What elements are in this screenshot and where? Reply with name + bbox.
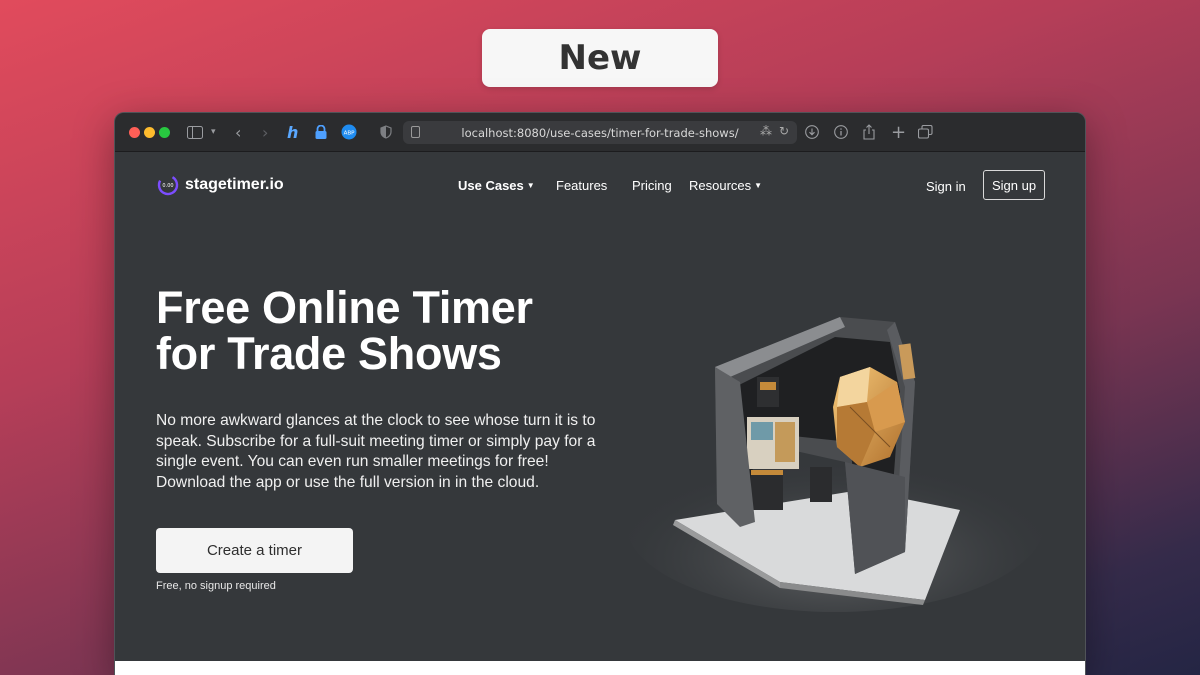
sidebar-toggle-icon[interactable] xyxy=(187,122,203,142)
adblock-extension-icon[interactable]: ABP xyxy=(341,122,357,142)
url-text: localhost:8080/use-cases/timer-for-trade… xyxy=(461,125,739,140)
svg-text:ABP: ABP xyxy=(344,131,356,137)
translate-icon[interactable]: ⁂ xyxy=(760,124,772,138)
share-icon[interactable] xyxy=(862,122,876,142)
address-bar[interactable]: localhost:8080/use-cases/timer-for-trade… xyxy=(403,121,797,144)
forward-arrow-icon[interactable]: › xyxy=(262,122,268,142)
caret-down-icon: ▼ xyxy=(526,181,535,190)
page-icon xyxy=(411,126,420,138)
nav-pricing[interactable]: Pricing xyxy=(632,178,672,193)
website-viewport: 0.00 stagetimer.io Use Cases ▼ Features P… xyxy=(115,152,1085,661)
honey-extension-icon[interactable]: h xyxy=(287,122,298,142)
minimize-window-button[interactable] xyxy=(144,127,155,138)
trade-show-booth-illustration xyxy=(625,317,1045,612)
caret-down-icon: ▼ xyxy=(754,181,763,190)
reload-icon[interactable]: ↻ xyxy=(779,124,789,138)
nav-use-cases[interactable]: Use Cases ▼ xyxy=(458,178,535,193)
close-window-button[interactable] xyxy=(129,127,140,138)
new-badge: New xyxy=(482,29,718,87)
page-bottom-strip xyxy=(115,661,1085,675)
stagetimer-logo-icon: 0.00 xyxy=(157,174,179,196)
create-timer-button[interactable]: Create a timer xyxy=(156,528,353,573)
nav-resources[interactable]: Resources ▼ xyxy=(689,178,762,193)
logo-text: stagetimer.io xyxy=(185,176,284,193)
browser-window: ▾ ‹ › h ABP localhost:8080/use-cases/tim… xyxy=(114,112,1086,675)
hero-title-line2: for Trade Shows xyxy=(156,328,502,379)
site-logo[interactable]: 0.00 stagetimer.io xyxy=(157,174,284,196)
nav-use-cases-label: Use Cases xyxy=(458,178,524,193)
new-tab-icon[interactable]: + xyxy=(891,122,906,143)
cta-note: Free, no signup required xyxy=(156,580,276,592)
nav-features[interactable]: Features xyxy=(556,178,607,193)
svg-text:0.00: 0.00 xyxy=(162,183,173,189)
nav-resources-label: Resources xyxy=(689,178,752,193)
maximize-window-button[interactable] xyxy=(159,127,170,138)
info-icon[interactable] xyxy=(834,122,848,142)
download-icon[interactable] xyxy=(805,122,819,142)
hero-description: No more awkward glances at the clock to … xyxy=(156,412,596,491)
back-arrow-icon[interactable]: ‹ xyxy=(235,122,241,142)
sign-up-button[interactable]: Sign up xyxy=(983,170,1045,200)
sign-in-link[interactable]: Sign in xyxy=(926,179,966,194)
hero-title-line1: Free Online Timer xyxy=(156,282,533,333)
lock-extension-icon[interactable] xyxy=(314,122,328,142)
chevron-down-icon[interactable]: ▾ xyxy=(211,122,216,142)
privacy-shield-icon[interactable] xyxy=(380,122,392,142)
tab-overview-icon[interactable] xyxy=(918,122,933,142)
browser-toolbar: ▾ ‹ › h ABP localhost:8080/use-cases/tim… xyxy=(115,113,1085,152)
hero-title: Free Online Timer for Trade Shows xyxy=(156,285,616,377)
